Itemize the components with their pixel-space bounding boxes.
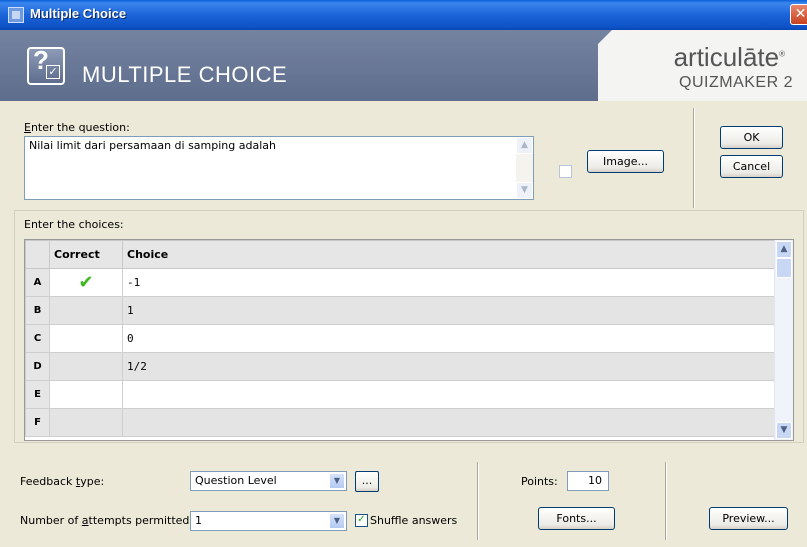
question-scrollbar[interactable]: ▲ ▼ [516,137,533,199]
choice-row[interactable]: C0 [25,324,777,353]
articulate-logo: articulāte® QUIZMAKER 2 [598,30,807,101]
attempts-select[interactable]: 1 ▼ [190,511,347,531]
correct-cell[interactable]: ✔ [49,268,123,297]
question-label: Enter the question: [24,121,130,134]
feedback-type-label: Feedback type: [20,475,105,488]
scroll-up-icon[interactable]: ▲ [516,137,533,154]
row-letter: E [25,380,50,409]
chevron-down-icon[interactable]: ▼ [329,473,345,489]
close-button[interactable]: ✕ [790,4,807,25]
brand-product: QUIZMAKER 2 [679,74,793,91]
attempts-value: 1 [195,514,202,527]
choice-row[interactable]: A ✔ -1 [25,268,777,297]
grid-scroll-up-icon[interactable]: ▲ [776,241,792,258]
divider [665,462,667,540]
choice-row[interactable]: D 1/2 [25,352,777,381]
shuffle-answers-label: Shuffle answers [370,514,458,527]
feedback-type-value: Question Level [195,474,277,487]
banner: ? ✓ MULTIPLE CHOICE articulāte® QUIZMAKER… [0,30,807,101]
cancel-button[interactable]: Cancel [720,155,783,178]
shuffle-answers-checkbox[interactable]: ✓ [355,514,368,527]
window-title: Multiple Choice [30,6,127,21]
question-textarea[interactable]: Nilai limit dari persamaan di samping ad… [24,136,534,200]
choice-cell[interactable]: 1/2 [122,352,777,381]
choice-row[interactable]: E [25,380,777,409]
attempts-label: Number of attempts permitted: [20,514,194,527]
choice-cell[interactable]: 0 [122,324,777,353]
title-bar[interactable]: Multiple Choice ✕ [0,0,807,30]
choice-row[interactable]: B1 [25,296,777,325]
question-text: Nilai limit dari persamaan di samping ad… [29,139,276,152]
grid-scroll-down-icon[interactable]: ▼ [776,422,792,439]
divider [477,462,479,540]
choice-cell[interactable] [122,408,777,437]
row-header-corner [25,240,50,269]
column-header-correct: Correct [49,240,123,269]
question-checkbox-icon: ? ✓ [27,45,65,85]
grid-scrollbar[interactable]: ▲ ▼ [774,240,793,440]
correct-cell[interactable] [49,296,123,325]
feedback-more-button[interactable]: ... [355,471,379,492]
choice-cell[interactable]: 1 [122,296,777,325]
choices-grid[interactable]: Correct Choice A ✔ -1 B 1 C 0 D 1/2 E F ▲ ▼ [24,239,794,441]
banner-title: MULTIPLE CHOICE [82,62,288,87]
correct-cell[interactable] [49,408,123,437]
correct-cell[interactable] [49,380,123,409]
feedback-type-select[interactable]: Question Level ▼ [190,471,347,491]
row-letter: D [25,352,50,381]
row-letter: C [25,324,50,353]
row-letter: A [25,268,50,297]
choice-cell[interactable]: -1 [122,268,777,297]
points-input[interactable]: 10 [567,471,609,491]
row-letter: F [25,408,50,437]
image-checkbox[interactable] [559,165,572,178]
app-icon [8,7,24,23]
scroll-down-icon[interactable]: ▼ [516,182,533,199]
choices-label: Enter the choices: [24,218,124,231]
chevron-down-icon[interactable]: ▼ [329,513,345,529]
preview-button[interactable]: Preview... [709,507,788,530]
points-label: Points: [521,475,558,488]
divider [693,108,695,208]
ok-button[interactable]: OK [720,126,783,149]
brand-name: articulāte [673,42,780,72]
brand-registered-mark: ® [779,49,785,59]
row-letter: B [25,296,50,325]
correct-cell[interactable] [49,324,123,353]
fonts-button[interactable]: Fonts... [538,507,615,530]
multiple-choice-window: Multiple Choice ✕ ? ✓ MULTIPLE CHOICE art… [0,0,807,547]
checkmark-icon: ✔ [78,272,94,293]
choice-cell[interactable] [122,380,777,409]
column-header-choice: Choice [122,240,777,269]
image-button[interactable]: Image... [587,150,664,173]
choice-row[interactable]: F [25,408,777,437]
checkmark-icon: ✓ [357,514,366,525]
grid-scroll-thumb[interactable] [776,258,792,278]
correct-cell[interactable] [49,352,123,381]
